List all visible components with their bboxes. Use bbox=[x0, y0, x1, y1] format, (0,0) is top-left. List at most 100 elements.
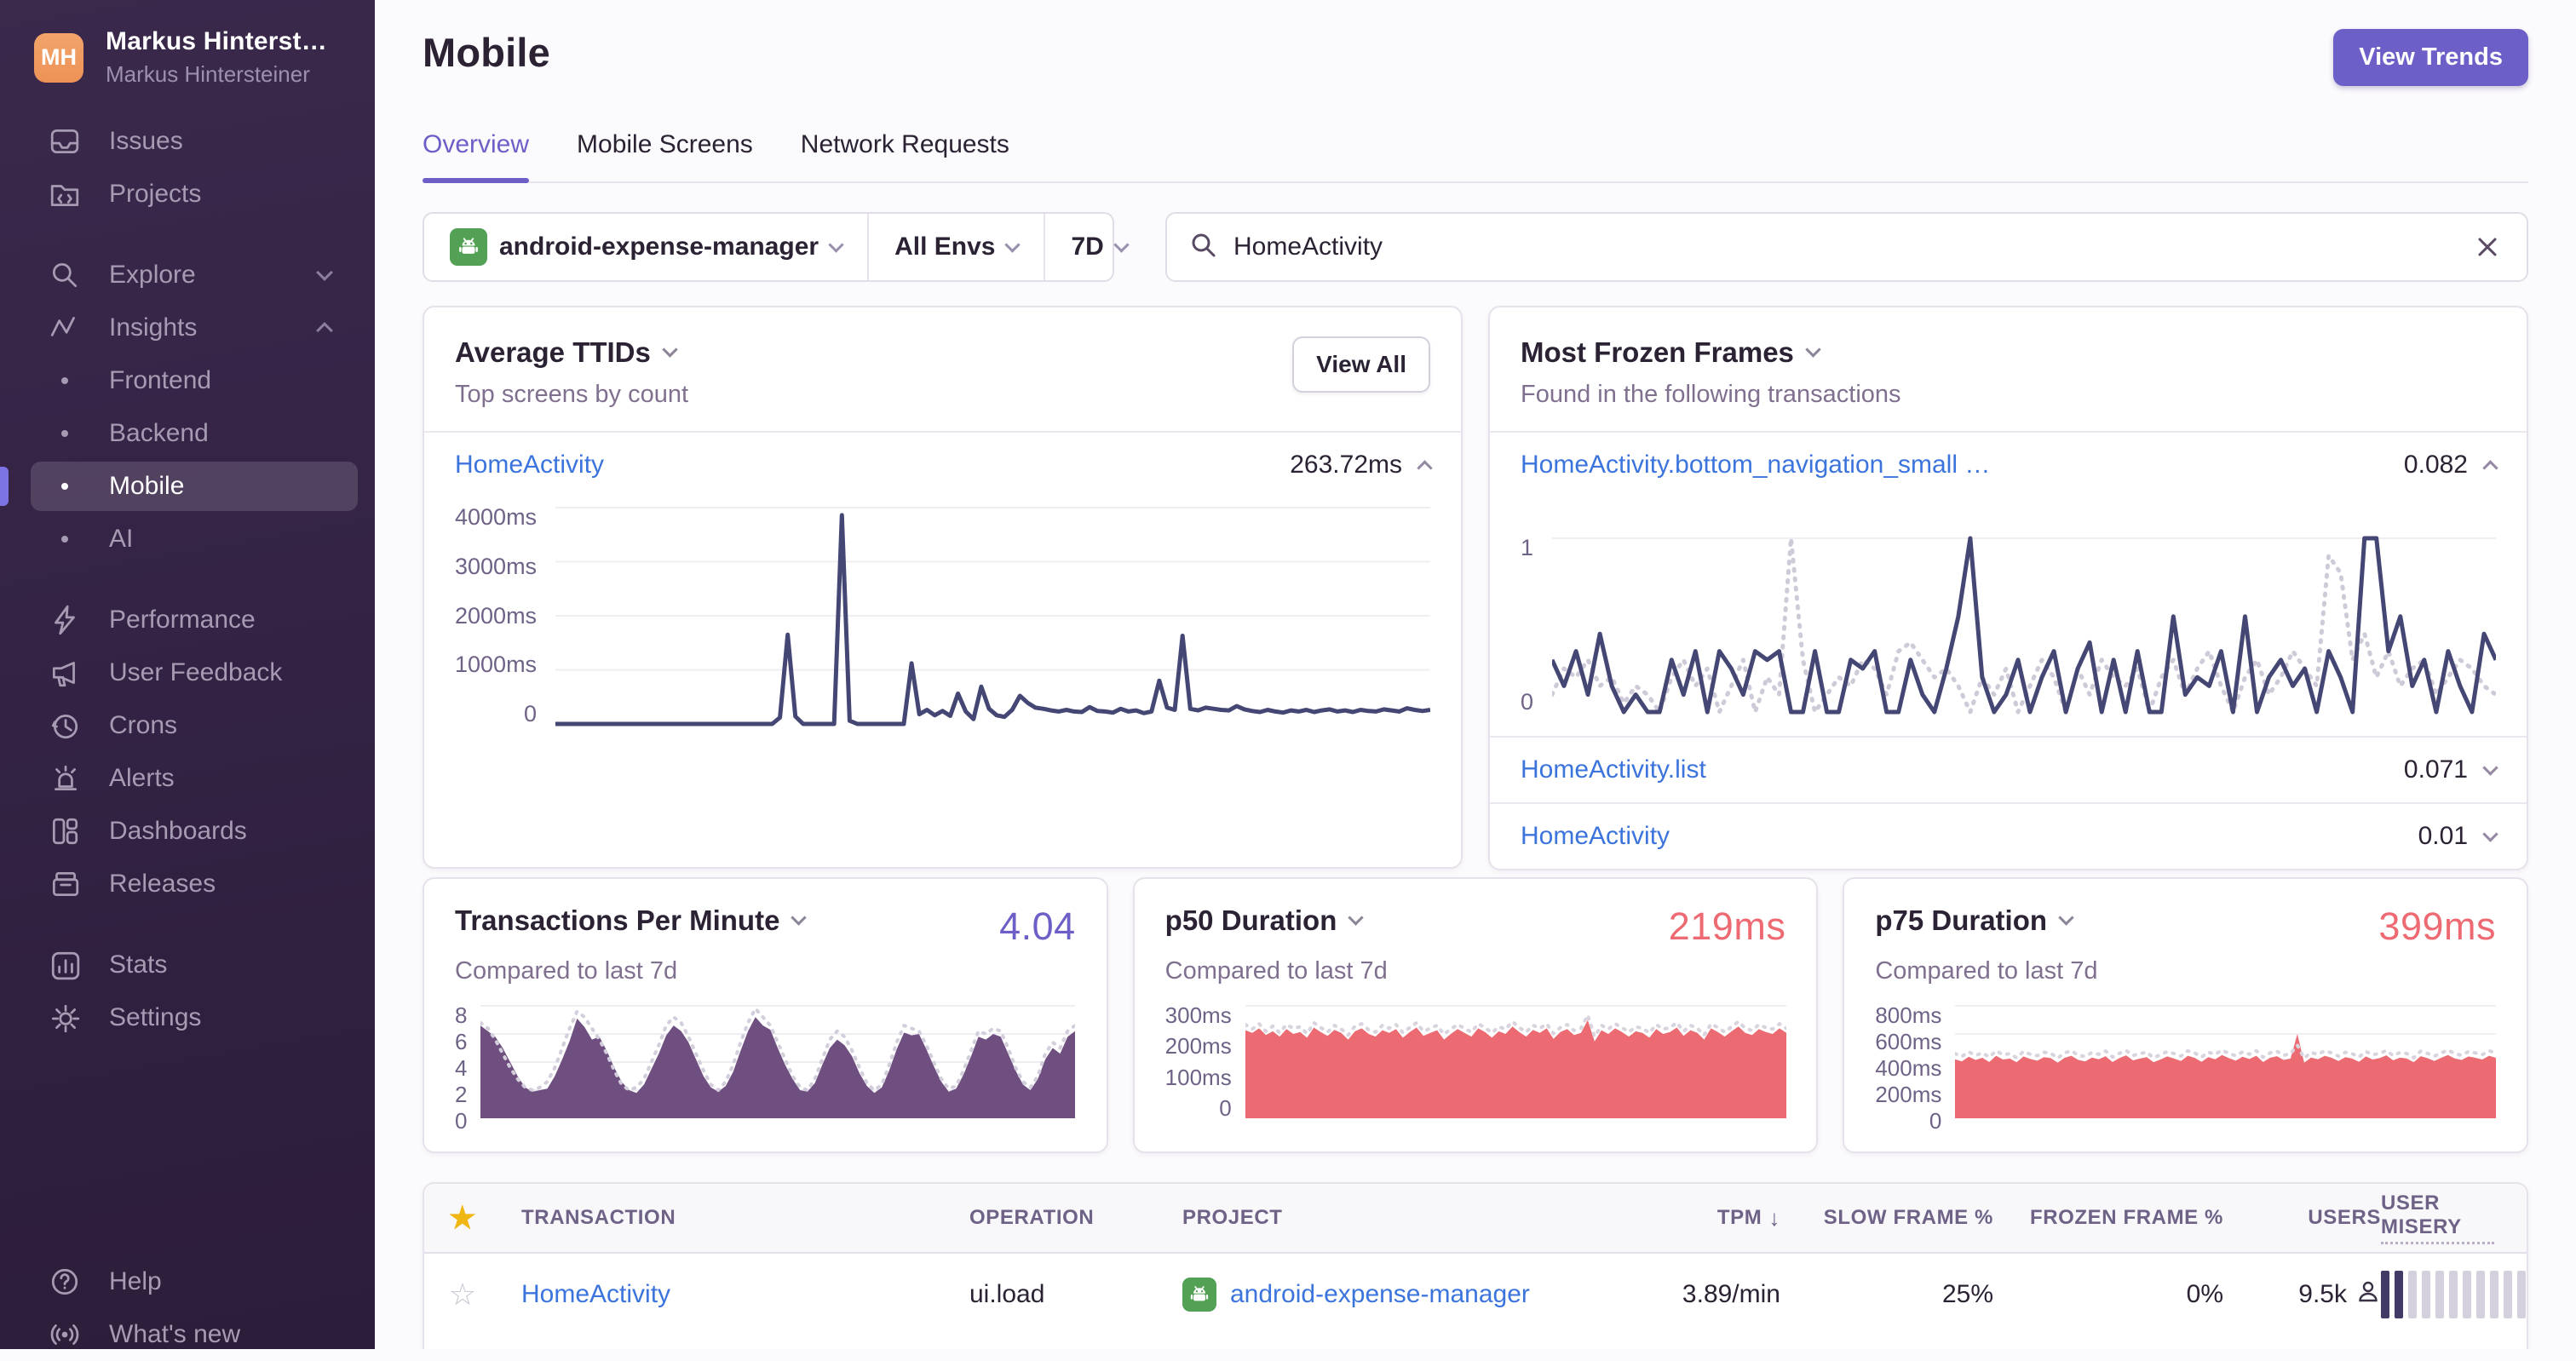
tab-bar: Overview Mobile Screens Network Requests bbox=[423, 130, 2528, 183]
tab-overview[interactable]: Overview bbox=[423, 130, 530, 183]
project-filter-value: android-expense-manager bbox=[499, 233, 819, 261]
sidebar-item-alerts[interactable]: Alerts bbox=[0, 752, 375, 805]
sidebar-item-issues[interactable]: Issues bbox=[0, 115, 375, 168]
card-title: Average TTIDs bbox=[455, 336, 651, 368]
view-all-button[interactable]: View All bbox=[1292, 336, 1430, 393]
chevron-down-icon[interactable] bbox=[1805, 341, 1821, 358]
sidebar-item-mobile[interactable]: Mobile bbox=[0, 460, 375, 513]
sidebar-item-whats-new[interactable]: What's new bbox=[0, 1308, 375, 1361]
column-header-users[interactable]: Users bbox=[2223, 1184, 2381, 1252]
sidebar: MH Markus Hinterst… Markus Hintersteiner… bbox=[0, 0, 375, 1349]
sidebar-item-backend[interactable]: Backend bbox=[0, 407, 375, 460]
star-outline-icon[interactable]: ☆ bbox=[449, 1277, 476, 1312]
sidebar-item-settings[interactable]: Settings bbox=[0, 991, 375, 1044]
environment-filter[interactable]: All Envs bbox=[867, 214, 1044, 280]
expand-chevron-icon[interactable] bbox=[2482, 825, 2498, 842]
clear-search-button[interactable] bbox=[2470, 230, 2504, 264]
card-subtitle: Top screens by count bbox=[455, 381, 689, 408]
tab-network-requests[interactable]: Network Requests bbox=[801, 130, 1009, 181]
p75-area-chart[interactable] bbox=[1955, 1002, 2497, 1122]
ttid-transaction-row: HomeActivity 263.72ms bbox=[455, 433, 1433, 497]
column-header-operation[interactable]: Operation bbox=[969, 1184, 1182, 1252]
card-subtitle: Found in the following transactions bbox=[1521, 381, 1901, 408]
transaction-link[interactable]: HomeActivity.list bbox=[1521, 755, 1706, 784]
sidebar-item-ai[interactable]: AI bbox=[0, 513, 375, 566]
search-input[interactable] bbox=[1233, 233, 2455, 261]
insights-graph-icon bbox=[48, 311, 82, 345]
date-range-filter[interactable]: 7D bbox=[1044, 214, 1152, 280]
p75-value: 399ms bbox=[2378, 904, 2496, 948]
frozen-line-chart[interactable] bbox=[1552, 535, 2497, 715]
org-user-menu[interactable]: MH Markus Hinterst… Markus Hintersteiner bbox=[0, 0, 375, 108]
chevron-down-icon bbox=[1113, 236, 1130, 253]
tpm-area-chart[interactable] bbox=[480, 1002, 1076, 1122]
ttid-chart: 4000ms 3000ms 2000ms 1000ms 0 bbox=[455, 504, 1431, 727]
sidebar-item-frontend[interactable]: Frontend bbox=[0, 354, 375, 407]
ttid-value: 263.72ms bbox=[1290, 451, 1402, 479]
p75-chart: 800ms 600ms 400ms 200ms 0 bbox=[1875, 1002, 2497, 1134]
column-header-transaction[interactable]: Transaction bbox=[501, 1184, 969, 1252]
bullet-icon bbox=[61, 536, 68, 543]
transaction-link[interactable]: HomeActivity bbox=[521, 1280, 670, 1309]
column-header-project[interactable]: Project bbox=[1182, 1184, 1625, 1252]
sidebar-item-releases[interactable]: Releases bbox=[0, 858, 375, 910]
y-axis: 86420 bbox=[455, 1002, 468, 1134]
sidebar-item-performance[interactable]: Performance bbox=[0, 594, 375, 646]
project-filter[interactable]: android-expense-manager bbox=[424, 214, 867, 280]
chevron-down-icon[interactable] bbox=[2058, 909, 2074, 926]
user-name: Markus Hinterst… bbox=[106, 27, 327, 55]
sidebar-item-help[interactable]: Help bbox=[0, 1255, 375, 1308]
sidebar-item-explore[interactable]: Explore bbox=[0, 249, 375, 301]
card-subtitle: Compared to last 7d bbox=[1875, 957, 2098, 985]
frozen-frame-cell: 0% bbox=[2186, 1280, 2223, 1308]
tpm-chart: 86420 bbox=[455, 1002, 1076, 1134]
gear-icon bbox=[48, 1001, 82, 1035]
card-subtitle: Compared to last 7d bbox=[455, 957, 678, 985]
view-trends-button[interactable]: View Trends bbox=[2333, 29, 2528, 86]
main-content: Mobile View Trends Overview Mobile Scree… bbox=[375, 0, 2576, 1349]
expand-chevron-icon[interactable] bbox=[2482, 759, 2498, 776]
sort-desc-icon: ↓ bbox=[1768, 1204, 1780, 1231]
sidebar-item-crons[interactable]: Crons bbox=[0, 699, 375, 752]
column-header-frozen-frame[interactable]: Frozen Frame % bbox=[1993, 1184, 2223, 1252]
explore-search-icon bbox=[48, 258, 82, 292]
column-header-slow-frame[interactable]: Slow Frame % bbox=[1780, 1184, 1993, 1252]
table-row: ☆ HomeActivity ui.load android-expense-m… bbox=[424, 1254, 2527, 1335]
chevron-down-icon[interactable] bbox=[662, 341, 678, 358]
p50-area-chart[interactable] bbox=[1245, 1002, 1786, 1122]
sidebar-item-user-feedback[interactable]: User Feedback bbox=[0, 646, 375, 699]
most-frozen-frames-card: Most Frozen Frames Found in the followin… bbox=[1488, 306, 2528, 870]
column-header-tpm[interactable]: TPM ↓ bbox=[1625, 1184, 1780, 1252]
collapse-chevron-icon[interactable] bbox=[1417, 459, 1433, 476]
frozen-frames-chart: 10 bbox=[1521, 535, 2497, 715]
users-cell: 9.5k bbox=[2223, 1254, 2381, 1335]
bullet-icon bbox=[61, 483, 68, 490]
collapse-chevron-icon[interactable] bbox=[2482, 459, 2498, 476]
p50-duration-card: p50 Duration 219ms Compared to last 7d 3… bbox=[1132, 877, 1819, 1153]
transaction-link[interactable]: HomeActivity bbox=[455, 451, 604, 480]
chevron-down-icon[interactable] bbox=[791, 909, 808, 926]
star-filled-icon[interactable]: ★ bbox=[449, 1200, 477, 1236]
transaction-link[interactable]: HomeActivity.bottom_navigation_small … bbox=[1521, 451, 1990, 480]
project-link[interactable]: android-expense-manager bbox=[1230, 1280, 1530, 1309]
help-question-icon bbox=[48, 1265, 82, 1299]
chevron-down-icon[interactable] bbox=[1348, 909, 1365, 926]
search-bar bbox=[1165, 212, 2528, 282]
projects-icon bbox=[48, 177, 82, 211]
y-axis: 300ms 200ms 100ms 0 bbox=[1164, 1002, 1232, 1121]
transaction-link[interactable]: HomeActivity bbox=[1521, 822, 1670, 851]
column-header-user-misery[interactable]: User Misery bbox=[2381, 1184, 2527, 1252]
page-title: Mobile bbox=[423, 30, 551, 75]
avatar: MH bbox=[34, 32, 83, 83]
user-misery-score-bar bbox=[2381, 1271, 2527, 1318]
tab-mobile-screens[interactable]: Mobile Screens bbox=[577, 130, 753, 181]
tpm-cell: 3.89/min bbox=[1682, 1280, 1780, 1308]
sidebar-item-projects[interactable]: Projects bbox=[0, 168, 375, 221]
bullet-icon bbox=[61, 377, 68, 384]
sidebar-item-dashboards[interactable]: Dashboards bbox=[0, 805, 375, 858]
sidebar-item-insights[interactable]: Insights bbox=[0, 301, 375, 354]
sidebar-item-stats[interactable]: Stats bbox=[0, 939, 375, 991]
ttid-line-chart[interactable] bbox=[555, 504, 1431, 727]
org-name: Markus Hintersteiner bbox=[106, 61, 310, 87]
frozen-row: HomeActivity.list 0.071 bbox=[1521, 738, 2498, 802]
